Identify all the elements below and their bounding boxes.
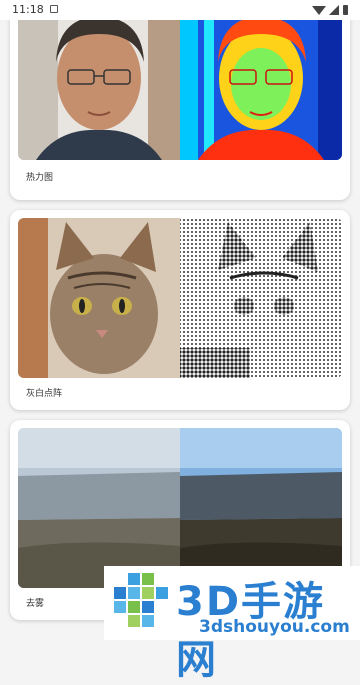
- battery-icon: [343, 5, 348, 15]
- site-watermark: 3D手游网 3dshouyou.com: [104, 566, 360, 683]
- dehaze-preview: [18, 428, 342, 588]
- halftone-preview: [18, 218, 342, 378]
- wifi-icon: [312, 6, 326, 15]
- effect-label: 灰白点阵: [26, 389, 63, 399]
- heatmap-preview: [18, 20, 342, 160]
- effect-label: 热力图: [26, 173, 54, 183]
- effect-card-halftone[interactable]: 灰白点阵: [10, 210, 350, 410]
- watermark-logo: [114, 573, 168, 627]
- status-icons: [312, 5, 348, 15]
- signal-icon: [329, 5, 339, 15]
- watermark-url: 3dshouyou.com: [199, 617, 350, 637]
- effect-card-heatmap[interactable]: 热力图: [10, 20, 350, 200]
- status-time: 11:18: [12, 3, 44, 16]
- notification-icon: [50, 5, 58, 13]
- effect-label: 去雾: [26, 599, 45, 609]
- status-bar: 11:18: [0, 0, 360, 20]
- effects-list[interactable]: 热力图 灰白点阵 去雾: [0, 20, 360, 640]
